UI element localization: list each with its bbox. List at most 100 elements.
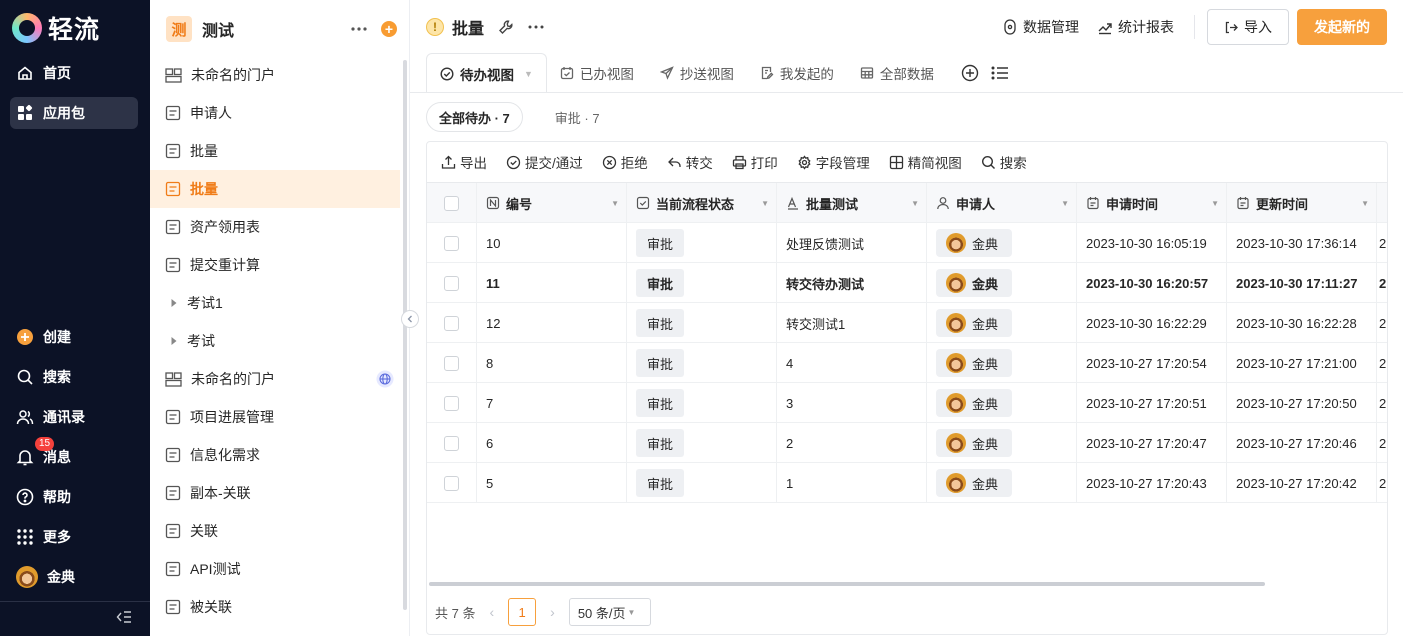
brand-logo[interactable]: 轻流 <box>12 10 100 46</box>
sidebar-item[interactable]: 提交重计算 <box>150 246 400 284</box>
compact-view-button[interactable]: 精简视图 <box>889 152 962 172</box>
caret-down-icon[interactable]: ▼ <box>911 199 919 208</box>
next-page-icon[interactable]: › <box>550 604 555 620</box>
caret-down-icon[interactable]: ▼ <box>1211 199 1219 208</box>
row-checkbox[interactable] <box>444 435 459 451</box>
submit-pass-button[interactable]: 提交/通过 <box>506 152 583 172</box>
sidebar-item[interactable]: 被关联 <box>150 588 400 626</box>
view-list-icon[interactable] <box>991 65 1009 81</box>
user-chip[interactable]: 金典 <box>936 389 1013 417</box>
nav-item-contacts[interactable]: 通讯录 <box>10 401 138 433</box>
export-button[interactable]: 导出 <box>441 152 487 172</box>
sidebar-item[interactable]: 项目进展管理 <box>150 398 400 436</box>
sidebar-item[interactable]: 副本-关联 <box>150 474 400 512</box>
nav-item-search[interactable]: 搜索 <box>10 361 138 393</box>
tab-cc-view[interactable]: 抄送视图 <box>647 53 747 93</box>
nav-item-more[interactable]: 更多 <box>10 521 138 553</box>
table-row[interactable]: 7 审批 3 金典 2023-10-27 17:20:51 2023-10-27 17:2… <box>427 383 1387 423</box>
table-row[interactable]: 5 审批 1 金典 2023-10-27 17:20:43 2023-10-27 17:2… <box>427 463 1387 503</box>
search-button[interactable]: 搜索 <box>981 152 1027 172</box>
tab-done-view[interactable]: 已办视图 <box>547 53 647 93</box>
nav-item-home[interactable]: 首页 <box>10 57 138 89</box>
chip-all-todo[interactable]: 全部待办 · 7 <box>426 102 523 132</box>
sidebar-toggle[interactable] <box>401 310 419 328</box>
column-header[interactable]: 更新时间 ▼ <box>1227 183 1377 223</box>
sidebar-item[interactable]: 资产领用表 <box>150 208 400 246</box>
column-header[interactable]: 申请人 ▼ <box>927 183 1077 223</box>
user-chip[interactable]: 金典 <box>936 469 1013 497</box>
sidebar-item[interactable]: 信息化需求 <box>150 436 400 474</box>
current-page[interactable]: 1 <box>508 598 537 626</box>
table-row[interactable]: 10 审批 处理反馈测试 金典 2023-10-30 16:05:19 2023-10-3… <box>427 223 1387 263</box>
caret-down-icon[interactable]: ▼ <box>611 199 619 208</box>
column-header[interactable]: 编号 ▼ <box>477 183 627 223</box>
table-toolbar: 导出 提交/通过 拒绝 转交 打印 字段管理 精简视图 搜索 <box>427 142 1046 182</box>
cell-applicant: 金典 <box>927 303 1077 343</box>
row-checkbox[interactable] <box>444 315 459 331</box>
table-row[interactable]: 6 审批 2 金典 2023-10-27 17:20:47 2023-10-27 17:2… <box>427 423 1387 463</box>
row-checkbox[interactable] <box>444 355 459 371</box>
add-view-icon[interactable] <box>961 64 979 82</box>
caret-down-icon[interactable]: ▼ <box>524 69 533 79</box>
more-icon[interactable] <box>528 25 544 29</box>
sidebar-scrollbar[interactable] <box>403 60 407 610</box>
row-checkbox[interactable] <box>444 475 459 491</box>
print-button[interactable]: 打印 <box>732 152 778 172</box>
nav-item-apps[interactable]: 应用包 <box>10 97 138 129</box>
user-chip[interactable]: 金典 <box>936 309 1013 337</box>
user-chip[interactable]: 金典 <box>936 429 1013 457</box>
sidebar-item[interactable]: 申请人 <box>150 94 400 132</box>
add-item-icon[interactable]: + <box>381 21 397 37</box>
column-header[interactable]: 批量测试 ▼ <box>777 183 927 223</box>
user-chip[interactable]: 金典 <box>936 229 1013 257</box>
caret-down-icon[interactable]: ▼ <box>761 199 769 208</box>
table-row[interactable]: 8 审批 4 金典 2023-10-27 17:20:54 2023-10-27 17:2… <box>427 343 1387 383</box>
user-chip[interactable]: 金典 <box>936 349 1013 377</box>
table-icon <box>860 66 874 80</box>
row-checkbox[interactable] <box>444 395 459 411</box>
table-row[interactable]: 11 审批 转交待办测试 金典 2023-10-30 16:20:57 2023-10-3… <box>427 263 1387 303</box>
forward-button[interactable]: 转交 <box>667 152 713 172</box>
warning-icon[interactable]: ! <box>426 18 444 36</box>
sidebar-item[interactable]: API测试 <box>150 550 400 588</box>
globe-icon[interactable] <box>376 370 394 388</box>
reject-button[interactable]: 拒绝 <box>602 152 648 172</box>
wrench-icon[interactable] <box>498 19 514 35</box>
row-checkbox[interactable] <box>444 235 459 251</box>
search-icon <box>16 368 34 386</box>
sidebar-item[interactable]: 批量 <box>150 132 400 170</box>
report-link[interactable]: 统计报表 <box>1097 17 1174 37</box>
nav-item-help[interactable]: 帮助 <box>10 481 138 513</box>
user-chip[interactable]: 金典 <box>936 269 1013 297</box>
submit-new-button[interactable]: 发起新的 <box>1297 9 1387 45</box>
more-icon[interactable] <box>351 27 367 31</box>
caret-down-icon[interactable]: ▼ <box>1061 199 1069 208</box>
select-all-checkbox[interactable] <box>444 195 459 211</box>
tab-my-started[interactable]: 我发起的 <box>747 53 847 93</box>
column-header[interactable]: 当前流程状态 ▼ <box>627 183 777 223</box>
prev-page-icon[interactable]: ‹ <box>489 604 494 620</box>
nav-item-messages[interactable]: 15 消息 <box>10 437 138 473</box>
row-checkbox[interactable] <box>444 275 459 291</box>
sidebar-item[interactable]: 未命名的门户 <box>150 56 400 94</box>
column-header[interactable]: 申请时间 ▼ <box>1077 183 1227 223</box>
nav-item-create[interactable]: 创建 <box>10 321 138 353</box>
collapse-nav-icon[interactable] <box>116 610 132 624</box>
chip-approval[interactable]: 审批 · 7 <box>543 102 612 132</box>
tab-all-data[interactable]: 全部数据 <box>847 53 947 93</box>
sidebar-item[interactable]: 考试1 <box>150 284 400 322</box>
check-circle-icon <box>506 155 521 170</box>
sidebar-item[interactable]: 考试 <box>150 322 400 360</box>
sidebar-item[interactable]: 关联 <box>150 512 400 550</box>
table-row[interactable]: 12 审批 转交测试1 金典 2023-10-30 16:22:29 2023-10-30… <box>427 303 1387 343</box>
nav-item-profile[interactable]: 金典 <box>10 561 138 593</box>
sidebar-item[interactable]: 批量 <box>150 170 400 208</box>
import-button[interactable]: 导入 <box>1207 9 1289 45</box>
field-manage-button[interactable]: 字段管理 <box>797 152 870 172</box>
page-size-select[interactable]: 50 条/页 ▼ <box>568 598 651 626</box>
caret-down-icon[interactable]: ▼ <box>1361 199 1369 208</box>
data-manage-link[interactable]: 数据管理 <box>1002 17 1079 37</box>
sidebar-item[interactable]: 未命名的门户 <box>150 360 400 398</box>
tab-todo-view[interactable]: 待办视图 ▼ <box>426 53 547 93</box>
horizontal-scrollbar[interactable] <box>429 582 1265 586</box>
